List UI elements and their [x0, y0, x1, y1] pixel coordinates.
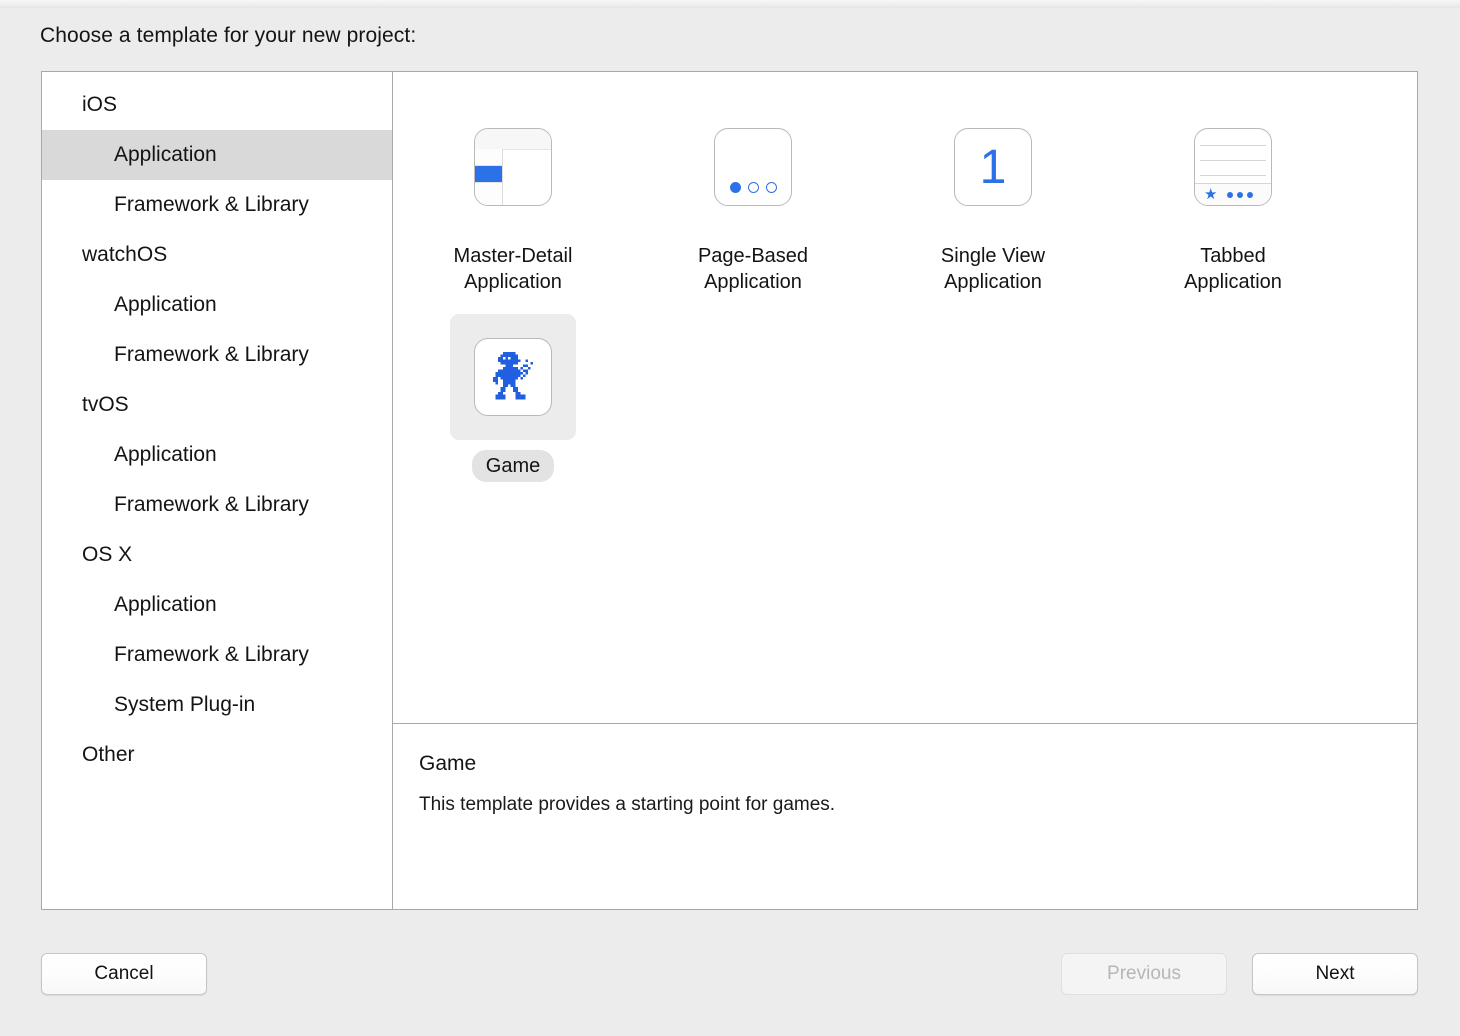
sidebar-item-tvos-application[interactable]: Application [42, 430, 392, 480]
template-label: Game [471, 450, 555, 482]
window-titlebar-strip [0, 0, 1460, 8]
template-grid: Master-Detail Application Page-Based App… [393, 94, 1417, 488]
sidebar-item-label: OS X [82, 543, 133, 566]
template-item-page-based[interactable]: Page-Based Application [633, 94, 873, 298]
template-description-panel: Game This template provides a starting p… [393, 723, 1417, 909]
template-item-master-detail[interactable]: Master-Detail Application [393, 94, 633, 298]
sidebar-item-ios-framework-library[interactable]: Framework & Library [42, 180, 392, 230]
template-item-single-view[interactable]: 1 Single View Application [873, 94, 1113, 298]
sidebar-item-label: Application [114, 443, 217, 466]
sidebar-item-label: Application [114, 293, 217, 316]
sidebar-item-tvos[interactable]: tvOS [42, 380, 392, 430]
template-chooser-panel: iOS Application Framework & Library watc… [41, 71, 1418, 910]
page-title: Choose a template for your new project: [40, 24, 417, 47]
sidebar-item-watchos-application[interactable]: Application [42, 280, 392, 330]
template-icon-container [450, 104, 576, 230]
single-view-numeral: 1 [979, 140, 1007, 194]
sidebar-item-osx-application[interactable]: Application [42, 580, 392, 630]
template-icon-container [690, 104, 816, 230]
sidebar-item-label: watchOS [82, 243, 168, 266]
sidebar-item-watchos[interactable]: watchOS [42, 230, 392, 280]
sidebar-item-osx-system-plugin[interactable]: System Plug-in [42, 680, 392, 730]
sidebar-item-label: System Plug-in [114, 693, 256, 716]
star-icon: ★ [1204, 186, 1218, 203]
sidebar-item-ios[interactable]: iOS [42, 80, 392, 130]
sidebar-item-label: Other [82, 743, 135, 766]
description-body: This template provides a starting point … [419, 794, 836, 815]
template-grid-area: Master-Detail Application Page-Based App… [393, 72, 1417, 723]
sidebar-item-label: tvOS [82, 393, 129, 416]
template-label: Page-Based Application [697, 245, 809, 293]
sidebar-item-label: Application [114, 593, 217, 616]
sidebar-item-osx[interactable]: OS X [42, 530, 392, 580]
ellipsis-icon [1227, 191, 1254, 198]
sidebar-item-label: Framework & Library [114, 643, 309, 666]
dialog-footer: Cancel Previous Next [0, 948, 1460, 1008]
category-sidebar[interactable]: iOS Application Framework & Library watc… [42, 72, 393, 909]
sidebar-item-osx-framework-library[interactable]: Framework & Library [42, 630, 392, 680]
sidebar-item-watchos-framework-library[interactable]: Framework & Library [42, 330, 392, 380]
tabbed-icon: ★ [1194, 128, 1272, 206]
sidebar-item-label: Framework & Library [114, 493, 309, 516]
sidebar-item-ios-application[interactable]: Application [42, 130, 392, 180]
template-icon-container [450, 314, 576, 440]
sidebar-item-label: Framework & Library [114, 343, 309, 366]
template-content-area: Master-Detail Application Page-Based App… [393, 72, 1417, 909]
sidebar-item-label: Application [114, 143, 217, 166]
page-based-icon [714, 128, 792, 206]
template-item-game[interactable]: Game [393, 304, 633, 482]
game-robot-icon [474, 338, 552, 416]
previous-button: Previous [1061, 953, 1227, 995]
cancel-button[interactable]: Cancel [41, 953, 207, 995]
next-button[interactable]: Next [1252, 953, 1418, 995]
single-view-icon: 1 [954, 128, 1032, 206]
sidebar-item-other[interactable]: Other [42, 730, 392, 780]
template-label: Master-Detail Application [453, 245, 573, 293]
template-icon-container: 1 [930, 104, 1056, 230]
sidebar-item-label: Framework & Library [114, 193, 309, 216]
template-label: Tabbed Application [1184, 245, 1282, 293]
sidebar-item-label: iOS [82, 93, 118, 116]
description-title: Game [419, 752, 477, 775]
sidebar-item-tvos-framework-library[interactable]: Framework & Library [42, 480, 392, 530]
template-label: Single View Application [940, 245, 1046, 293]
template-item-tabbed[interactable]: ★ Tabbed Application [1113, 94, 1353, 298]
master-detail-icon [474, 128, 552, 206]
template-icon-container: ★ [1170, 104, 1296, 230]
